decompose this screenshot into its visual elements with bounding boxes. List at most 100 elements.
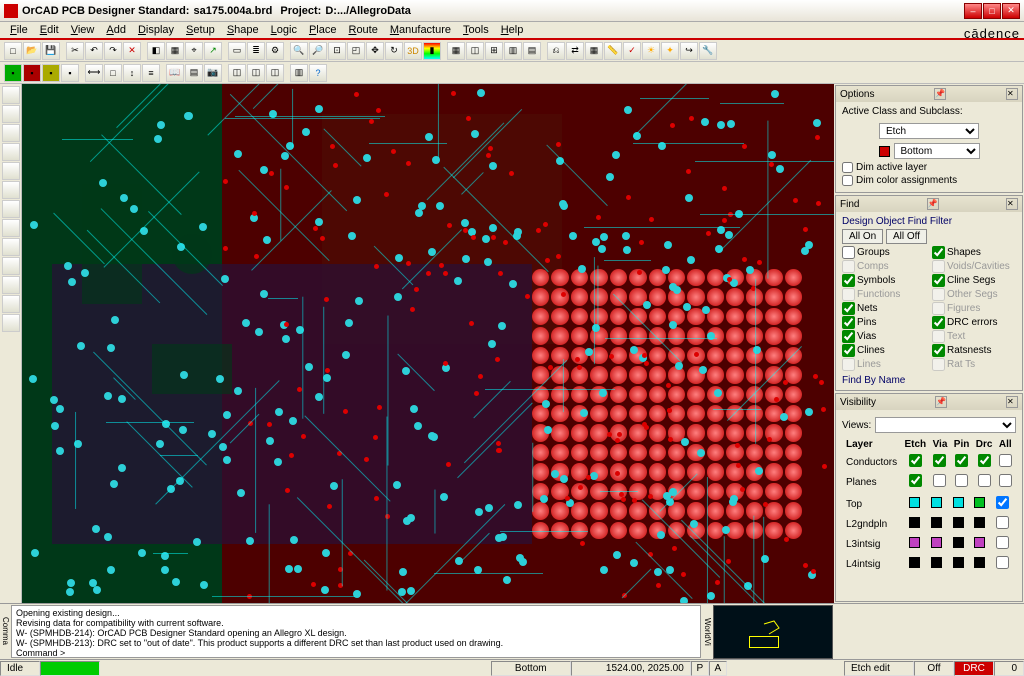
layer-top[interactable]: Top (844, 495, 903, 513)
line-tool-icon[interactable] (2, 105, 20, 123)
layer-toggle[interactable] (996, 496, 1009, 509)
delete-tool-icon[interactable] (2, 276, 20, 294)
layer-swatch[interactable] (953, 557, 964, 568)
options-icon[interactable]: ⚙ (266, 42, 284, 60)
move-tool-icon[interactable] (2, 295, 20, 313)
window-icon[interactable]: ▭ (228, 42, 246, 60)
pick-icon[interactable]: ↗ (204, 42, 222, 60)
layer-swatch[interactable] (953, 517, 964, 528)
delete-icon[interactable]: ✕ (123, 42, 141, 60)
layers-icon[interactable]: ≣ (247, 42, 265, 60)
part-icon[interactable]: ◫ (466, 42, 484, 60)
panel-pin-icon[interactable]: 📌 (927, 198, 939, 210)
layer-swatch[interactable] (953, 537, 964, 548)
book-icon[interactable]: 📖 (166, 64, 184, 82)
command-prompt[interactable]: Command > (16, 648, 696, 658)
layer-swatch[interactable] (909, 557, 920, 568)
menu-shape[interactable]: Shape (221, 24, 265, 36)
panel-close-icon[interactable]: ✕ (1006, 88, 1018, 100)
vis-checkbox[interactable] (978, 454, 991, 467)
zoom-out-icon[interactable]: 🔎 (309, 42, 327, 60)
db2-icon[interactable]: ◫ (247, 64, 265, 82)
layer-swatch[interactable] (909, 537, 920, 548)
grid-icon[interactable]: ▦ (166, 42, 184, 60)
close-button[interactable]: ✕ (1002, 3, 1020, 19)
menu-edit[interactable]: Edit (34, 24, 65, 36)
find-shapes[interactable]: Shapes (932, 246, 1016, 259)
menu-file[interactable]: File (4, 24, 34, 36)
copy-tool-icon[interactable] (2, 314, 20, 332)
menu-manufacture[interactable]: Manufacture (384, 24, 457, 36)
maximize-button[interactable]: □ (983, 3, 1001, 19)
menu-add[interactable]: Add (100, 24, 132, 36)
panel-close-icon[interactable]: ✕ (1006, 396, 1018, 408)
vis-col-pin[interactable]: Pin (952, 438, 972, 451)
layer-toggle[interactable] (996, 516, 1009, 529)
worldview[interactable] (713, 605, 833, 659)
status-etch-edit[interactable]: Etch edit (844, 661, 914, 676)
layer-swatch[interactable] (909, 517, 920, 528)
undo-icon[interactable]: ↶ (85, 42, 103, 60)
find-ratsnests[interactable]: Ratsnests (932, 344, 1016, 357)
report-icon[interactable]: ▦ (585, 42, 603, 60)
status-off[interactable]: Off (914, 661, 954, 676)
properties-icon[interactable]: ◧ (147, 42, 165, 60)
color-icon[interactable]: ▮ (423, 42, 441, 60)
vis-checkbox[interactable] (999, 454, 1012, 467)
export-icon[interactable]: ↪ (680, 42, 698, 60)
find-symbols[interactable]: Symbols (842, 274, 926, 287)
panel-close-icon[interactable]: ✕ (1006, 198, 1018, 210)
layer-swatch[interactable] (931, 497, 942, 508)
drc-icon[interactable]: ✓ (623, 42, 641, 60)
cut-icon[interactable]: ✂ (66, 42, 84, 60)
layer-swatch[interactable] (953, 497, 964, 508)
menu-help[interactable]: Help (495, 24, 530, 36)
find-vias[interactable]: Vias (842, 330, 926, 343)
worldview-tab[interactable]: WorldVi (702, 604, 712, 659)
filter-icon[interactable]: ▤ (523, 42, 541, 60)
highlight-icon[interactable]: ☀ (642, 42, 660, 60)
vis-checkbox[interactable] (955, 474, 968, 487)
menu-tools[interactable]: Tools (457, 24, 495, 36)
pin-tool-icon[interactable] (2, 238, 20, 256)
status-p[interactable]: P (691, 661, 709, 676)
dim-box-icon[interactable]: □ (104, 64, 122, 82)
layer-l4intsig[interactable]: L4intsig (844, 555, 903, 573)
vis-col-via[interactable]: Via (930, 438, 949, 451)
vis-checkbox[interactable] (933, 474, 946, 487)
all-off-button[interactable]: All Off (886, 229, 927, 244)
find-drcerrors[interactable]: DRC errors (932, 316, 1016, 329)
menu-logic[interactable]: Logic (265, 24, 303, 36)
open-file-icon[interactable]: 📂 (23, 42, 41, 60)
component-icon[interactable]: ▦ (447, 42, 465, 60)
menu-setup[interactable]: Setup (180, 24, 221, 36)
new-file-icon[interactable]: □ (4, 42, 22, 60)
zoom-window-icon[interactable]: ◰ (347, 42, 365, 60)
console[interactable]: Opening existing design...Revising data … (11, 605, 701, 658)
menu-place[interactable]: Place (303, 24, 343, 36)
all-on-button[interactable]: All On (842, 229, 883, 244)
mode1-icon[interactable]: ▪ (4, 64, 22, 82)
camera-icon[interactable]: 📷 (204, 64, 222, 82)
dim-v-icon[interactable]: ↕ (123, 64, 141, 82)
layer-swatch[interactable] (931, 537, 942, 548)
layer-l2gndpln[interactable]: L2gndpln (844, 515, 903, 533)
save-icon[interactable]: 💾 (42, 42, 60, 60)
views-select[interactable] (875, 417, 1016, 433)
class-select[interactable]: Etch (879, 123, 979, 139)
snap-icon[interactable]: ⌖ (185, 42, 203, 60)
status-drc[interactable]: DRC (954, 661, 994, 676)
mode4-icon[interactable]: ▪ (61, 64, 79, 82)
dim-h-icon[interactable]: ⟷ (85, 64, 103, 82)
subclass-select[interactable]: Bottom (894, 143, 980, 159)
pan-icon[interactable]: ✥ (366, 42, 384, 60)
net-icon[interactable]: ⊞ (485, 42, 503, 60)
via-tool-icon[interactable] (2, 181, 20, 199)
panel-pin-icon[interactable]: 📌 (935, 396, 947, 408)
redo-icon[interactable]: ↷ (104, 42, 122, 60)
layer-swatch[interactable] (974, 537, 985, 548)
layer-swatch[interactable] (974, 497, 985, 508)
vis-checkbox[interactable] (933, 454, 946, 467)
rat-tool-icon[interactable] (2, 257, 20, 275)
menu-display[interactable]: Display (132, 24, 180, 36)
